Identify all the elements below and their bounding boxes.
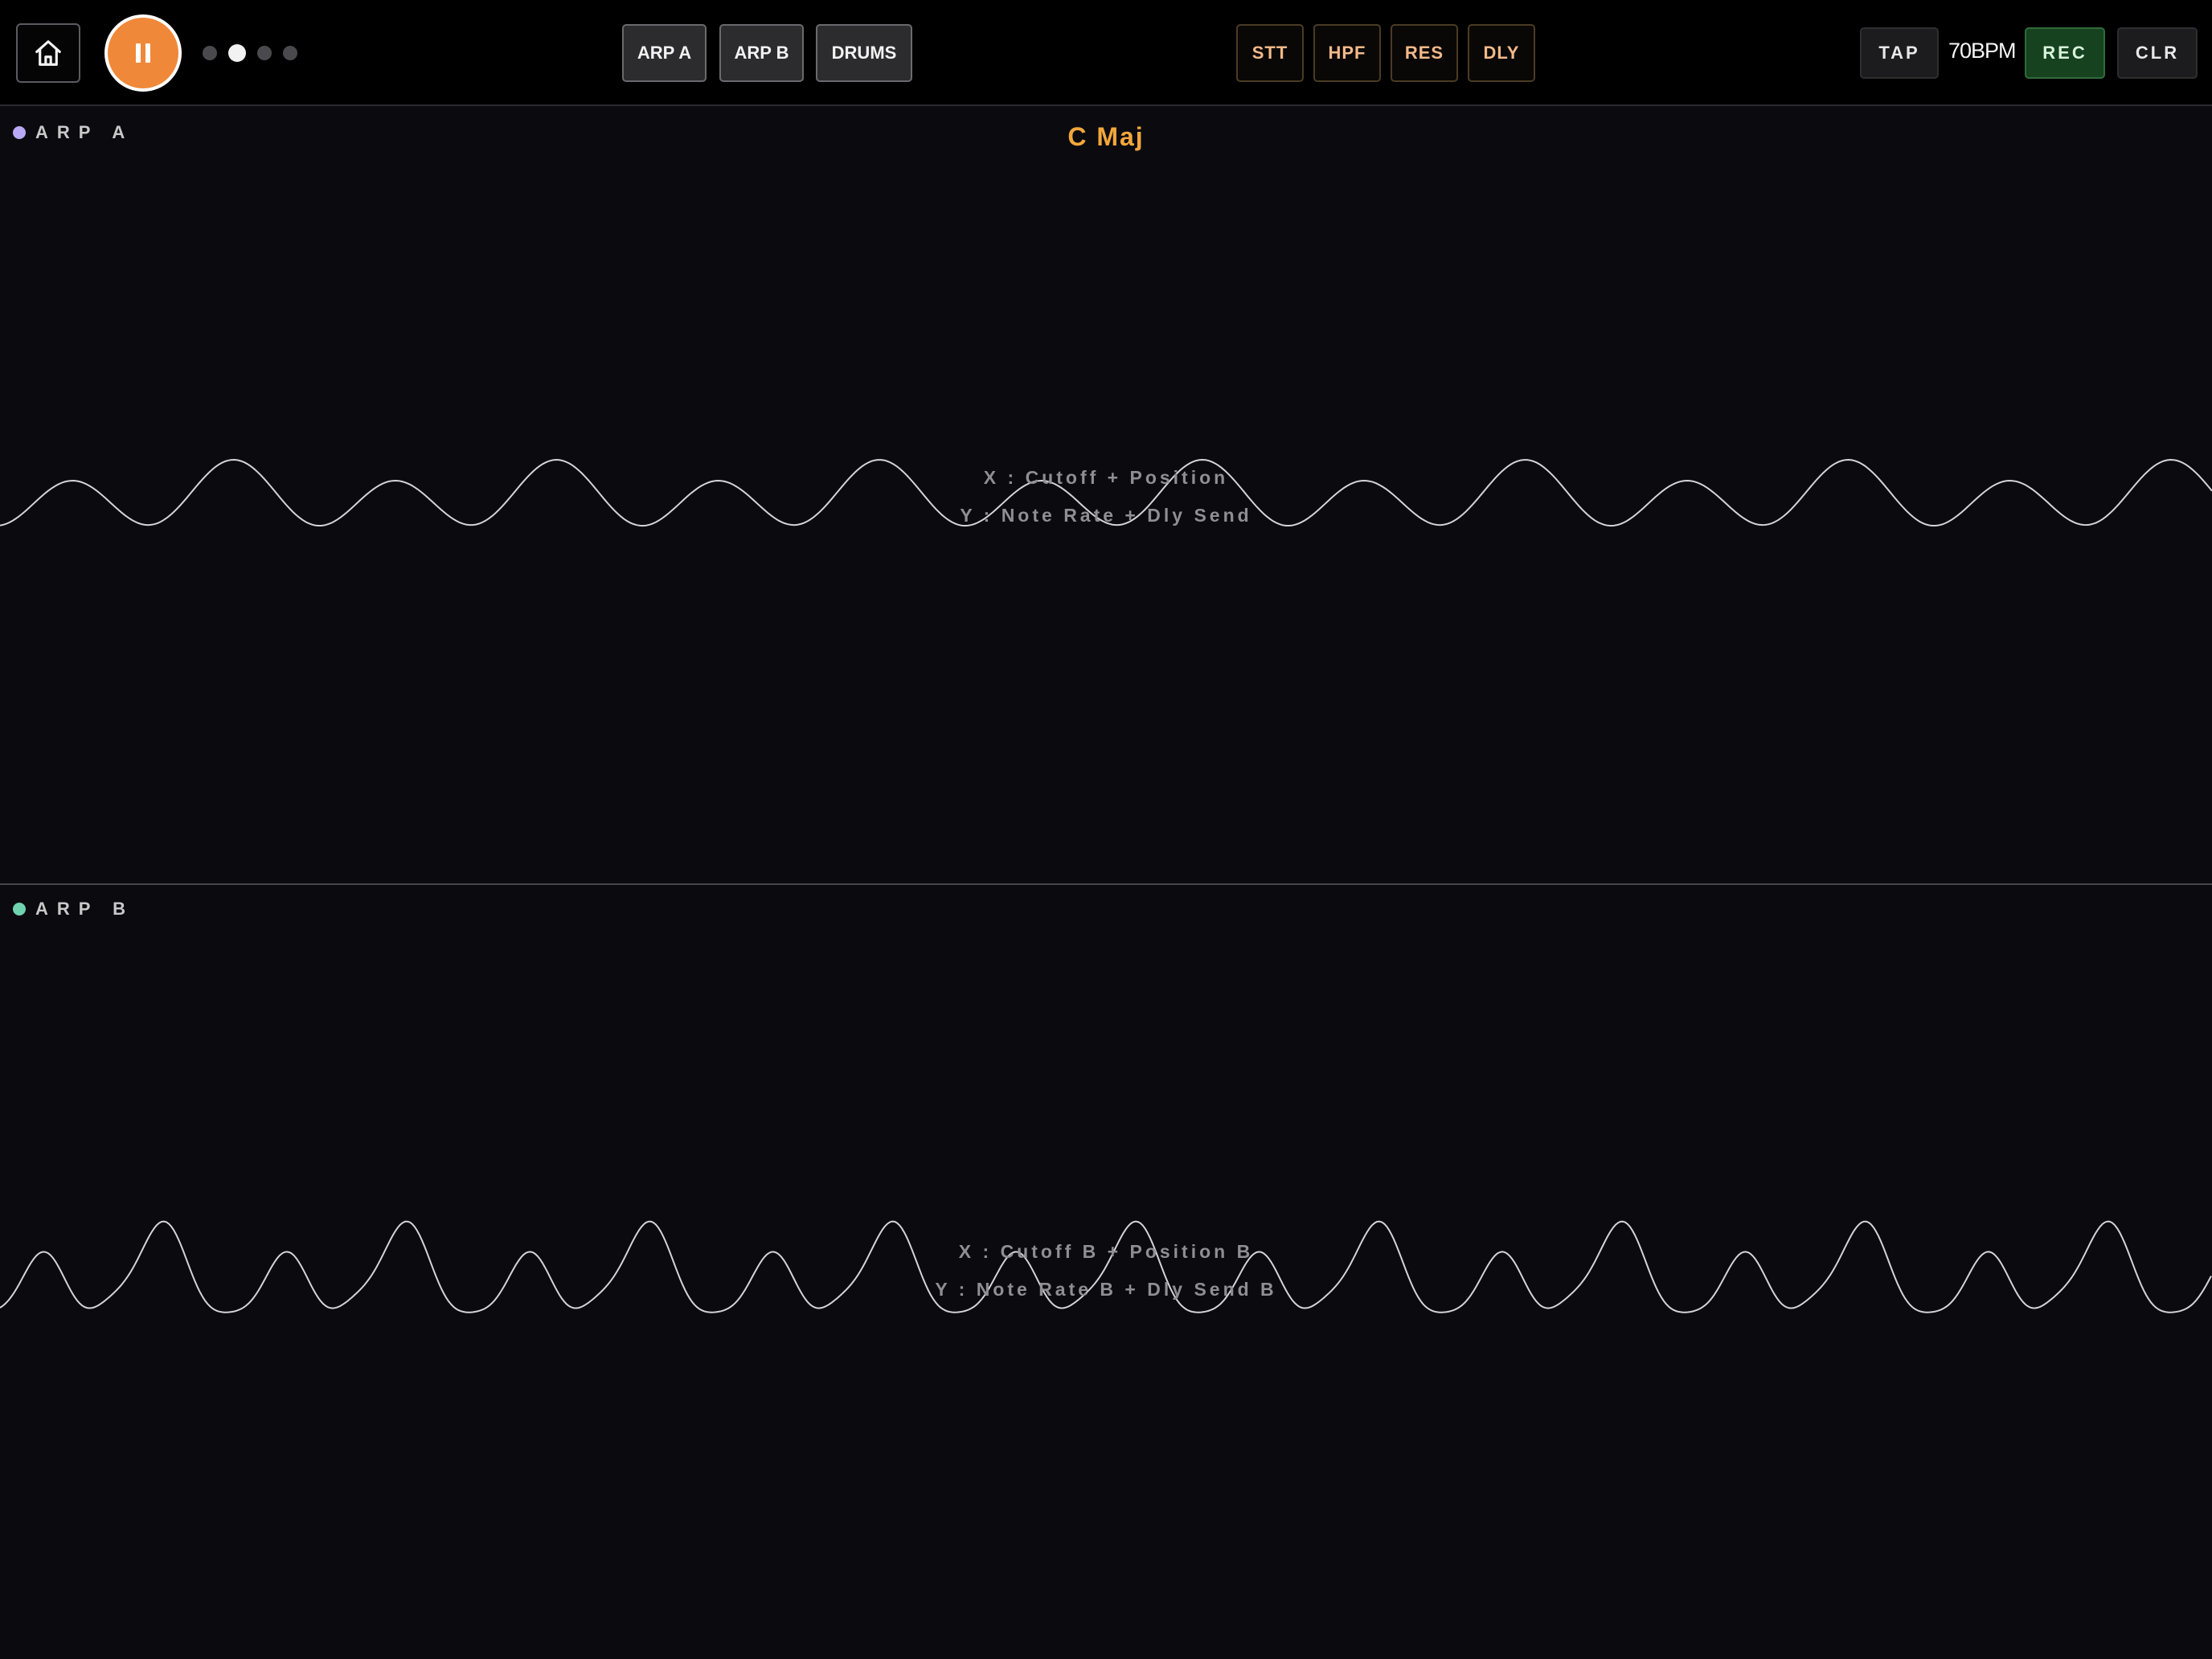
waveform-arp-a — [0, 458, 2212, 527]
home-icon — [35, 40, 61, 66]
fx-button-res[interactable]: RES — [1391, 24, 1458, 82]
fx-button-dly[interactable]: DLY — [1468, 24, 1535, 82]
bpm-display: 70BPM — [1948, 39, 2017, 63]
xy-pad-arp-b[interactable]: ARP B X : Cutoff B + Position B Y : Note… — [0, 885, 2212, 1659]
track-button-drums[interactable]: DRUMS — [816, 24, 912, 82]
page-dot[interactable] — [257, 46, 272, 60]
page-dot[interactable] — [203, 46, 217, 60]
track-button-arp-b[interactable]: ARP B — [719, 24, 804, 82]
track-button-arp-a[interactable]: ARP A — [622, 24, 707, 82]
xy-pad-arp-a[interactable]: ARP A C Maj X : Cutoff + Position Y : No… — [0, 106, 2212, 884]
fx-button-stt[interactable]: STT — [1236, 24, 1304, 82]
x-axis-label-arp-b: X : Cutoff B + Position B — [958, 1241, 1254, 1262]
home-button[interactable] — [16, 23, 80, 83]
x-axis-label-arp-a: X : Cutoff + Position — [983, 467, 1229, 488]
waveform-arp-b — [0, 1220, 2212, 1313]
fx-button-hpf[interactable]: HPF — [1313, 24, 1381, 82]
top-toolbar: ARP A ARP B DRUMS STT HPF RES DLY TAP 70… — [0, 0, 2212, 106]
record-button[interactable]: REC — [2025, 27, 2105, 79]
tap-tempo-button[interactable]: TAP — [1860, 27, 1939, 79]
play-pause-button[interactable] — [104, 14, 182, 92]
page-dot-active[interactable] — [228, 44, 246, 62]
y-axis-label-arp-b: Y : Note Rate B + Dly Send B — [935, 1279, 1277, 1300]
y-axis-label-arp-a: Y : Note Rate + Dly Send — [960, 505, 1252, 526]
clear-button[interactable]: CLR — [2117, 27, 2198, 79]
pause-icon — [136, 43, 150, 63]
page-dot[interactable] — [283, 46, 297, 60]
page-indicator[interactable] — [203, 43, 297, 63]
